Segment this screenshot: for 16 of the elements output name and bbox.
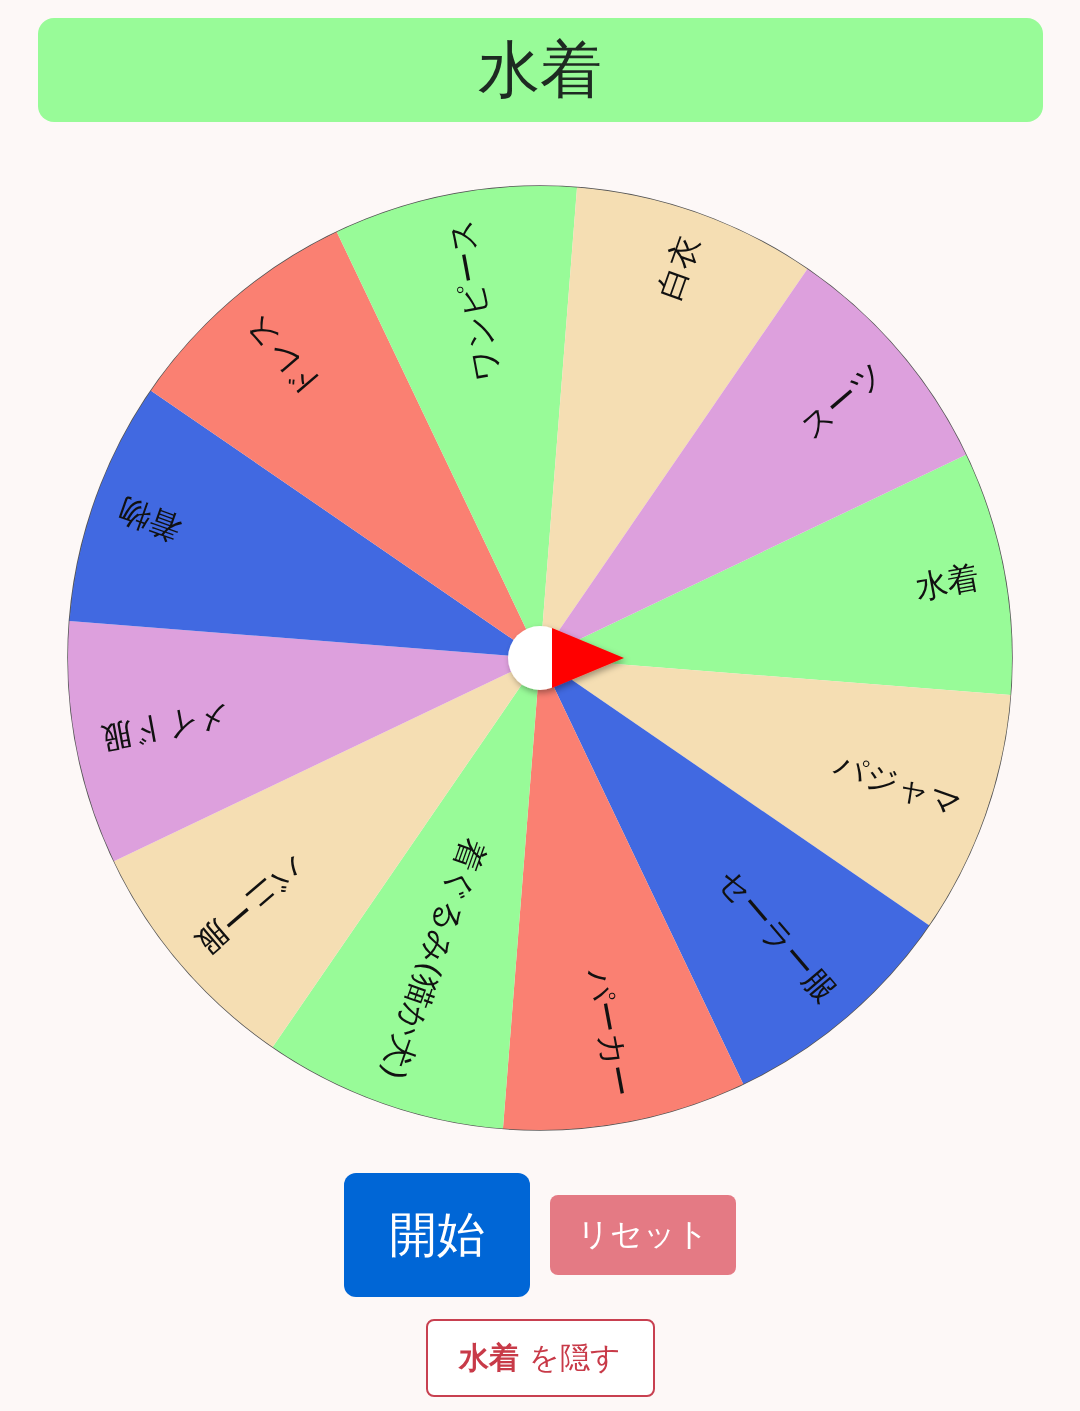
wheel-label: 着物 <box>113 491 187 549</box>
wheel-label: ドレス <box>235 306 330 407</box>
wheel-label: ワンピース <box>440 216 508 385</box>
wheel-label: スーツ <box>792 353 892 447</box>
wheel-label: パジャマ <box>829 744 967 825</box>
wheel-label: 水着 <box>912 558 982 608</box>
wheel-label: 白衣 <box>649 231 707 305</box>
wheel-label: 着ぐるみ(猫か犬) <box>373 833 494 1085</box>
hide-button[interactable]: 水着 を隠す <box>425 1319 655 1397</box>
wheel-label: バニー服 <box>188 848 313 963</box>
reset-button[interactable]: リセット <box>550 1195 736 1275</box>
result-title: 水着 <box>37 18 1043 122</box>
wheel-label: パーカー <box>578 965 640 1100</box>
start-button[interactable]: 開始 <box>344 1173 530 1297</box>
wheel-label: メイド服 <box>98 696 234 758</box>
wheel-label: セーラー服 <box>710 861 845 1010</box>
